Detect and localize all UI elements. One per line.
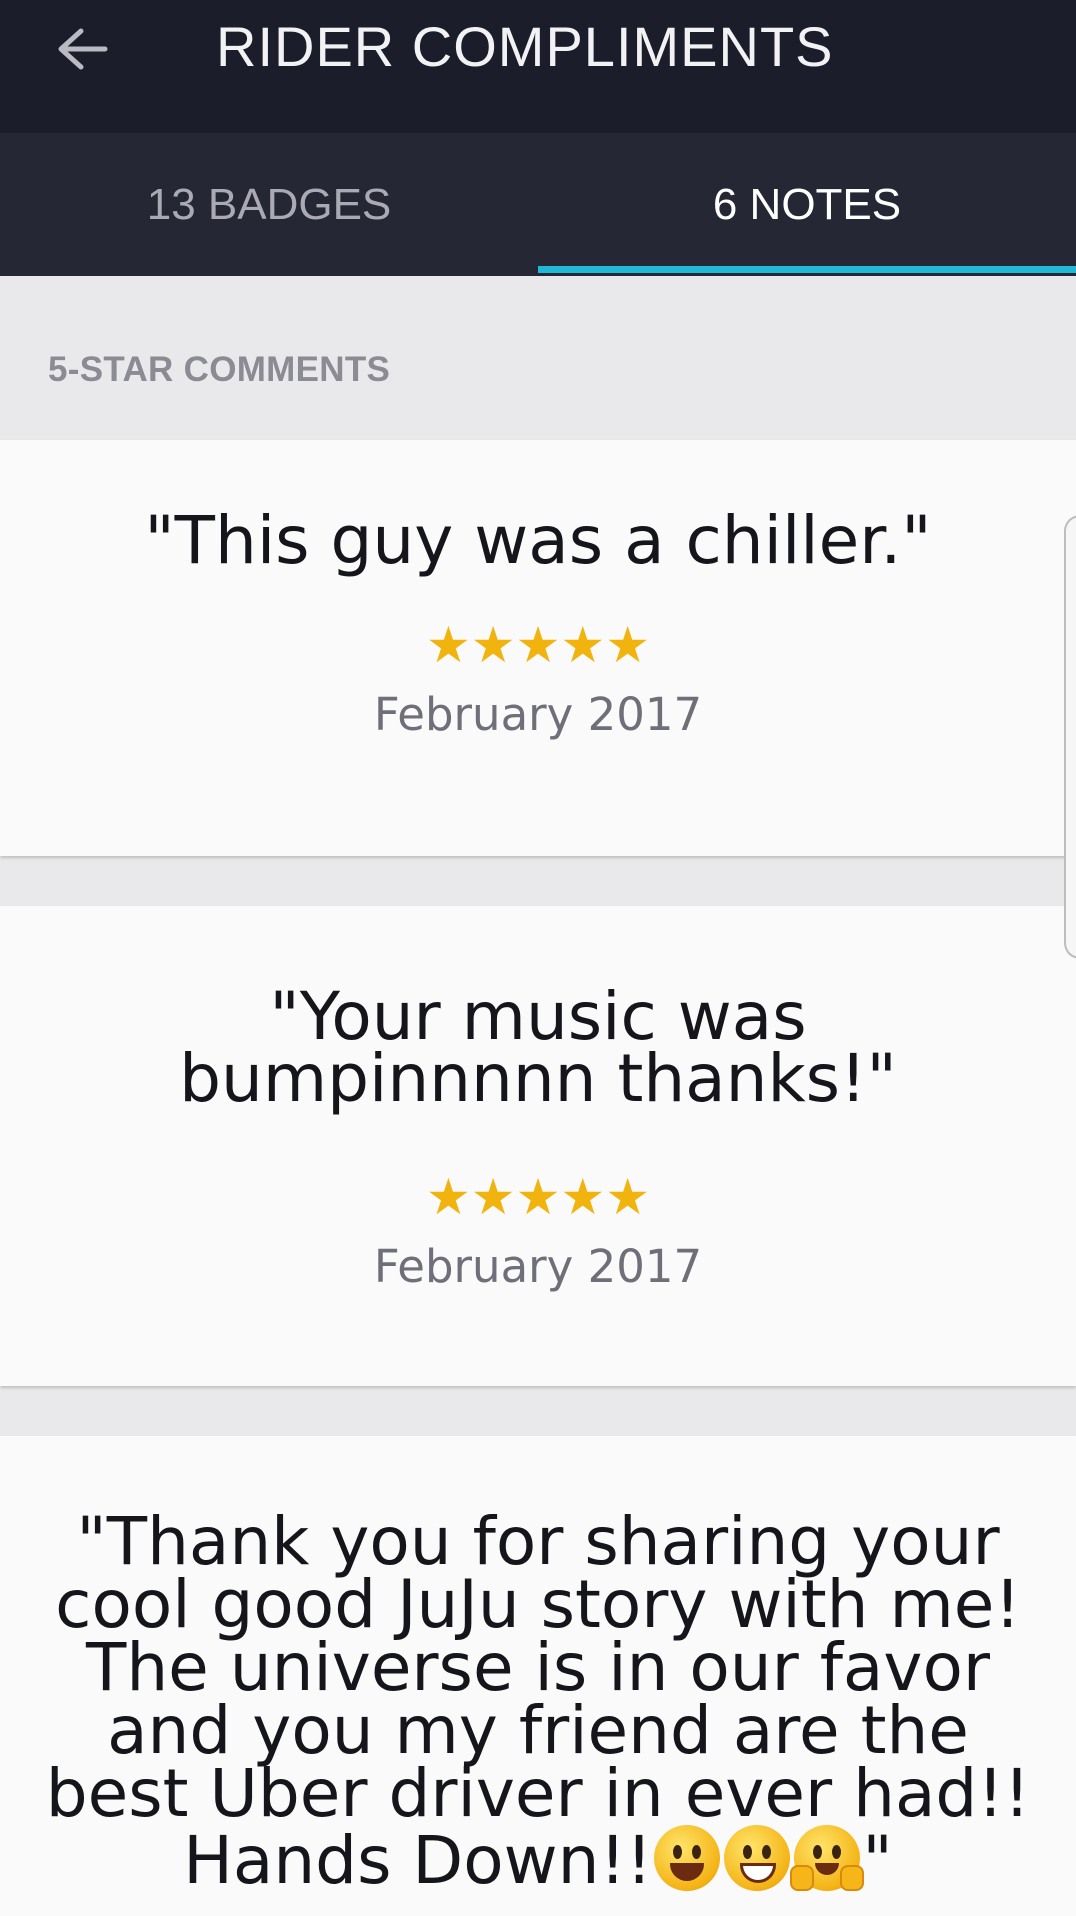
grinning-face-icon	[654, 1825, 721, 1891]
comment-text: "Your music was bumpinnnnn thanks!"	[179, 978, 897, 1117]
tab-bar: 13 BADGES 6 NOTES	[0, 133, 1076, 276]
comment-text: "Thank you for sharing your cool good Ju…	[0, 1509, 1076, 1894]
page-title: RIDER COMPLIMENTS	[216, 15, 834, 78]
active-tab-indicator	[538, 266, 1076, 273]
edge-panel-handle[interactable]	[1064, 515, 1076, 959]
star-rating: ★★★★★	[425, 616, 651, 674]
comment-card: "Thank you for sharing your cool good Ju…	[0, 1436, 1076, 1916]
comment-card: "This guy was a chiller." ★★★★★ February…	[0, 440, 1076, 856]
section-heading: 5-STAR COMMENTS	[48, 350, 391, 389]
comment-card: "Your music was bumpinnnnn thanks!" ★★★★…	[0, 906, 1076, 1386]
grinning-face-smiling-eyes-icon	[724, 1825, 791, 1891]
comment-date: February 2017	[373, 688, 703, 741]
comment-text-end: "	[862, 1822, 893, 1899]
star-rating: ★★★★★	[425, 1168, 651, 1226]
tab-badges[interactable]: 13 BADGES	[0, 133, 538, 276]
comment-text: "This guy was a chiller."	[144, 502, 932, 579]
comment-date: February 2017	[373, 1240, 703, 1293]
hugging-face-icon	[790, 1825, 865, 1891]
tab-notes[interactable]: 6 NOTES	[538, 133, 1076, 276]
back-button[interactable]	[52, 22, 112, 76]
arrow-left-icon	[58, 28, 108, 70]
app-bar: RIDER COMPLIMENTS	[0, 0, 1076, 133]
